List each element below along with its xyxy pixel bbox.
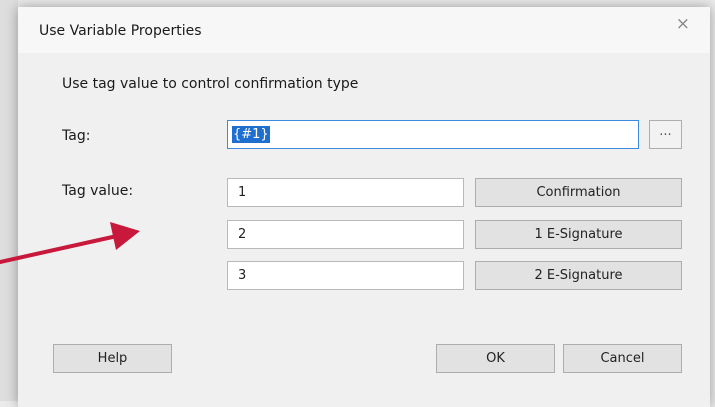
annotation-arrow: [0, 222, 140, 264]
